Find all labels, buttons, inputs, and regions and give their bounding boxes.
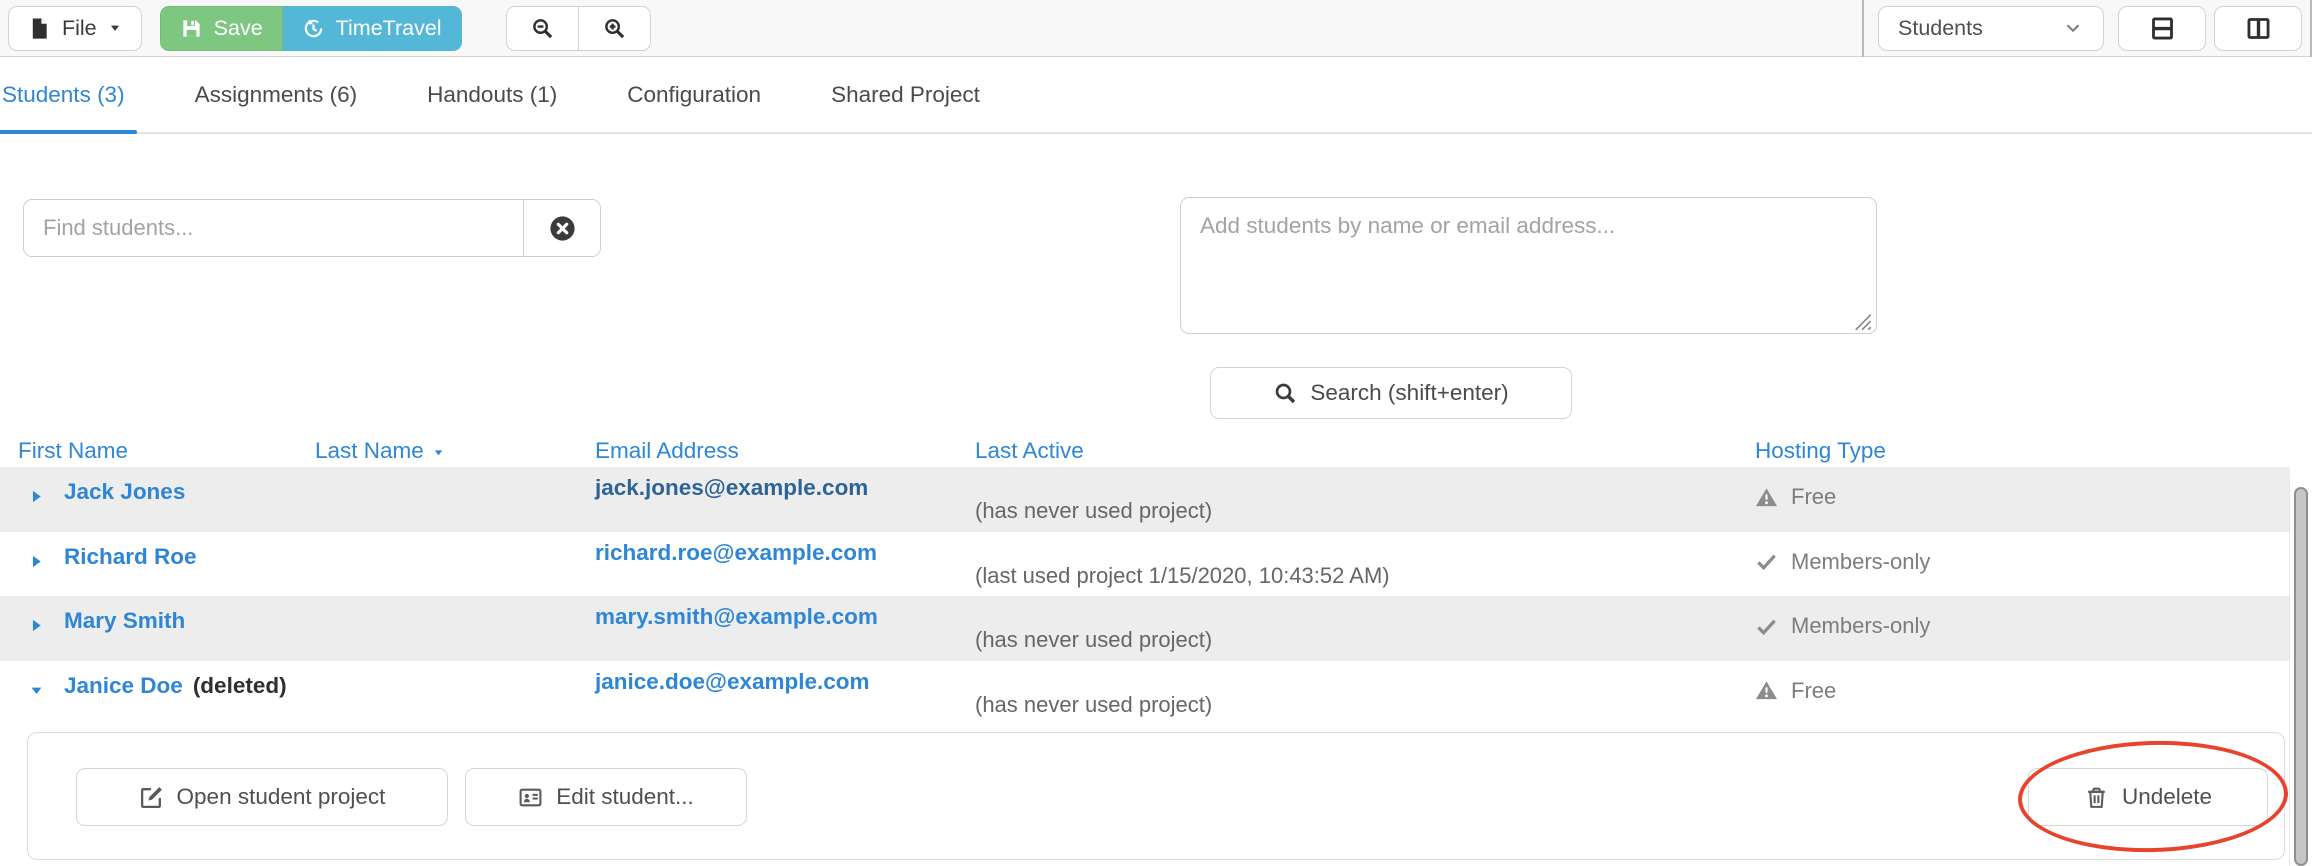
student-name-link[interactable]: Jack Jones (64, 479, 185, 505)
hosting-type-label: Members-only (1791, 549, 1930, 575)
column-header-label: Last Active (975, 438, 1084, 464)
last-active-text: (has never used project) (975, 627, 1212, 653)
student-row[interactable]: Richard Roe richard.roe@example.com (last … (0, 532, 2290, 597)
deleted-badge: (deleted) (193, 673, 287, 698)
resize-grip-icon[interactable] (1852, 311, 1872, 331)
frame-type-dropdown[interactable]: Students (1878, 6, 2104, 51)
toolbar: File Save TimeTravel Students (0, 0, 2312, 57)
students-table: Jack Jones jack.jones@example.com (has nev… (0, 467, 2290, 725)
caret-down-icon[interactable] (28, 682, 45, 699)
hosting-type-label: Members-only (1791, 613, 1930, 639)
hosting-type: Free (1755, 484, 1836, 510)
file-menu-label: File (62, 16, 97, 41)
split-col-icon (2245, 15, 2272, 42)
caret-right-icon[interactable] (28, 488, 45, 505)
column-header-hosting-type[interactable]: Hosting Type (1755, 438, 1886, 464)
tab-students-3[interactable]: Students (3) (0, 58, 127, 132)
check-icon (1755, 615, 1778, 638)
student-detail-panel: Open student project Edit student... Und… (27, 732, 2285, 860)
column-header-last-active[interactable]: Last Active (975, 438, 1084, 464)
caret-right-icon[interactable] (28, 553, 45, 570)
open-student-project-button[interactable]: Open student project (76, 768, 448, 826)
search-icon (1273, 381, 1297, 405)
hosting-type-label: Free (1791, 678, 1836, 704)
student-email-link[interactable]: janice.doe@example.com (595, 669, 870, 695)
split-row-button[interactable] (2118, 6, 2206, 51)
chevron-down-icon (2062, 17, 2084, 39)
column-header-label: Email Address (595, 438, 739, 464)
toolbar-divider (1862, 0, 1864, 57)
tab-shared-project[interactable]: Shared Project (829, 58, 982, 132)
zoom-out-icon (531, 17, 554, 40)
search-button-label: Search (shift+enter) (1310, 380, 1508, 406)
zoom-in-icon (603, 17, 626, 40)
student-row[interactable]: Janice Doe(deleted) janice.doe@example.co… (0, 661, 2290, 726)
caret-right-icon[interactable] (28, 617, 45, 634)
save-button-label: Save (214, 16, 263, 41)
save-icon (180, 17, 203, 40)
student-name-link[interactable]: Richard Roe (64, 544, 197, 570)
warning-icon (1755, 486, 1778, 509)
warning-icon (1755, 679, 1778, 702)
student-name-link[interactable]: Janice Doe(deleted) (64, 673, 287, 699)
tab-configuration[interactable]: Configuration (625, 58, 763, 132)
column-header-email-address[interactable]: Email Address (595, 438, 739, 464)
undelete-label: Undelete (2122, 784, 2212, 810)
students-table-header: First Name Last Name Email Address Last Act… (0, 438, 2290, 467)
column-header-label: First Name (18, 438, 128, 464)
save-button[interactable]: Save (160, 6, 283, 51)
times-circle-icon (548, 214, 577, 243)
last-active-text: (last used project 1/15/2020, 10:43:52 A… (975, 563, 1390, 589)
file-menu-button[interactable]: File (8, 6, 142, 51)
add-students-textarea[interactable] (1180, 197, 1877, 334)
file-icon (28, 17, 51, 40)
student-name-link[interactable]: Mary Smith (64, 608, 185, 634)
hosting-type: Members-only (1755, 613, 1930, 639)
timetravel-button[interactable]: TimeTravel (283, 6, 462, 51)
scrollbar-thumb[interactable] (2294, 487, 2308, 866)
last-active-text: (has never used project) (975, 692, 1212, 718)
caret-down-icon (108, 21, 122, 35)
frame-type-label: Students (1898, 16, 1983, 41)
column-header-label: Last Name (315, 438, 424, 464)
open-student-project-label: Open student project (177, 784, 386, 810)
undelete-button[interactable]: Undelete (2028, 768, 2268, 826)
tab-assignments-6[interactable]: Assignments (6) (193, 58, 360, 132)
sort-caret-down-icon (432, 446, 445, 459)
search-button[interactable]: Search (shift+enter) (1210, 367, 1572, 419)
tab-bar: Students (3) Assignments (6) Handouts (1) C… (0, 58, 2312, 134)
zoom-in-button[interactable] (579, 6, 651, 51)
trash-icon (2084, 785, 2109, 810)
zoom-out-button[interactable] (506, 6, 579, 51)
edit-student-button[interactable]: Edit student... (465, 768, 747, 826)
scrollbar-track (2289, 480, 2290, 866)
student-row[interactable]: Jack Jones jack.jones@example.com (has nev… (0, 467, 2290, 532)
hosting-type-label: Free (1791, 484, 1836, 510)
timetravel-button-label: TimeTravel (336, 16, 442, 41)
last-active-text: (has never used project) (975, 498, 1212, 524)
student-row[interactable]: Mary Smith mary.smith@example.com (has nev… (0, 596, 2290, 661)
id-card-icon (518, 785, 543, 810)
hosting-type: Free (1755, 678, 1836, 704)
find-students-group (23, 199, 601, 257)
find-students-input[interactable] (24, 200, 523, 256)
hosting-type: Members-only (1755, 549, 1930, 575)
column-header-last-name[interactable]: Last Name (315, 438, 445, 464)
student-email-link[interactable]: mary.smith@example.com (595, 604, 878, 630)
check-icon (1755, 550, 1778, 573)
column-header-first-name[interactable]: First Name (18, 438, 128, 464)
clear-search-button[interactable] (523, 200, 600, 256)
split-col-button[interactable] (2214, 6, 2302, 51)
student-email-link[interactable]: jack.jones@example.com (595, 475, 868, 501)
tab-handouts-1[interactable]: Handouts (1) (425, 58, 559, 132)
split-row-icon (2149, 15, 2176, 42)
student-email-link[interactable]: richard.roe@example.com (595, 540, 877, 566)
edit-student-label: Edit student... (556, 784, 694, 810)
column-header-label: Hosting Type (1755, 438, 1886, 464)
history-icon (302, 17, 325, 40)
pencil-square-icon (139, 785, 164, 810)
